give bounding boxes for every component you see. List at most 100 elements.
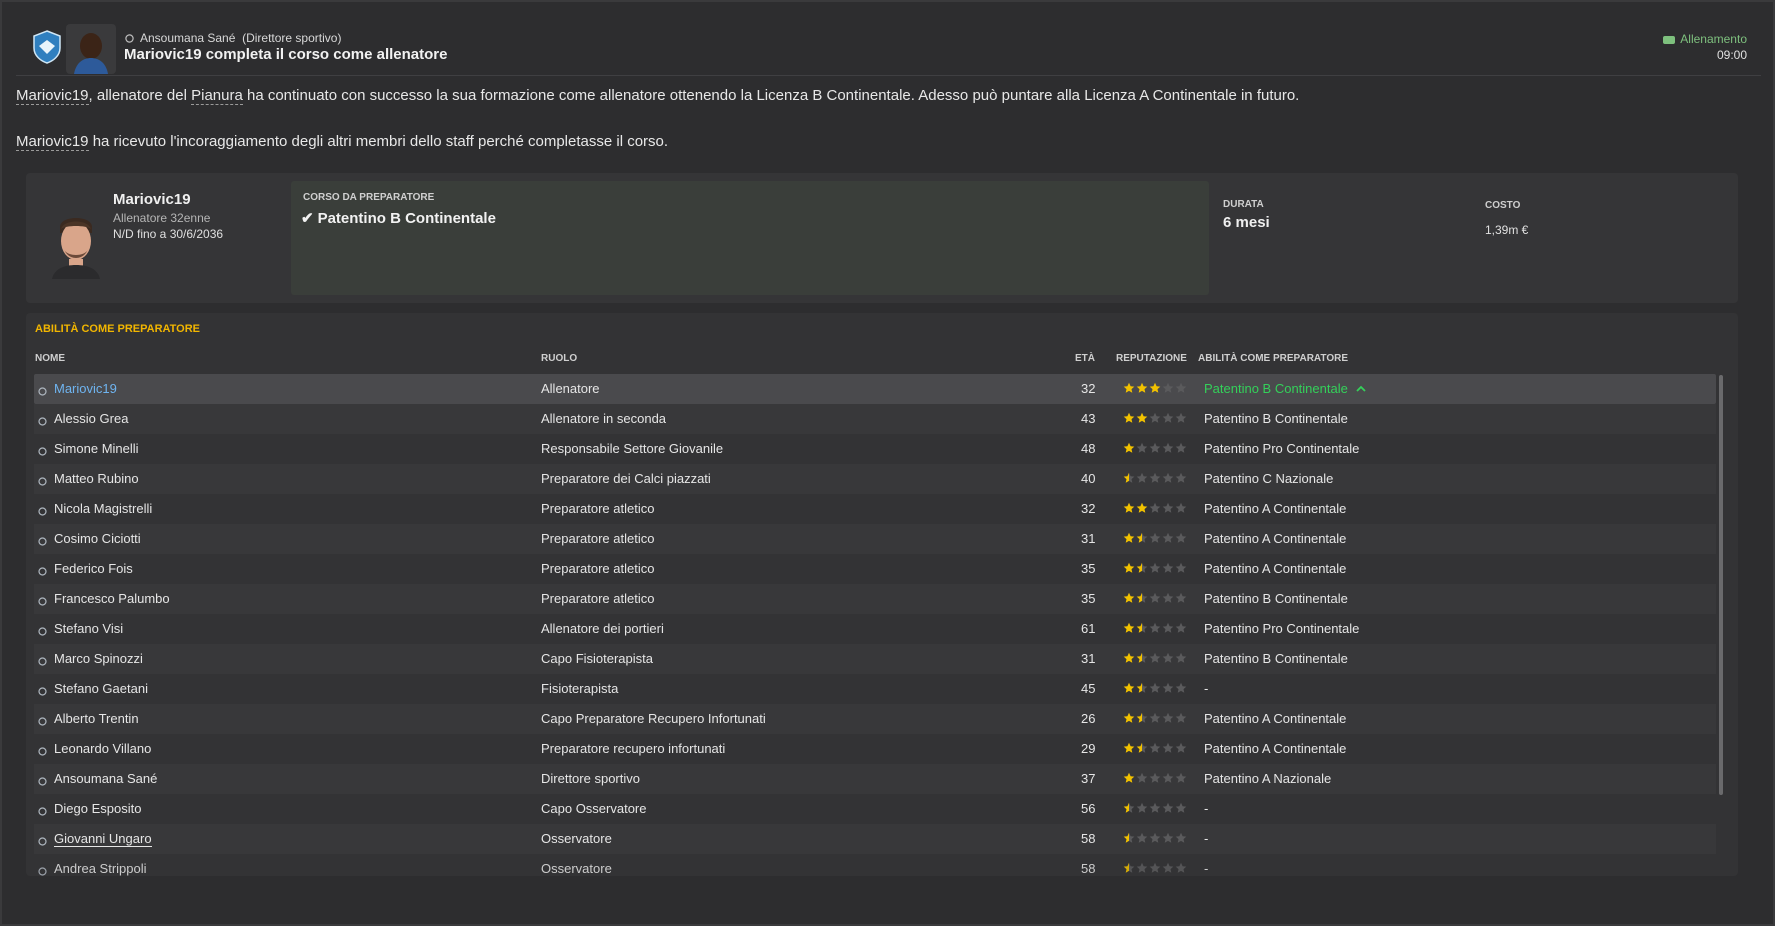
column-header-name[interactable]: NOME [35,353,65,364]
sender-role: (Direttore sportivo) [242,31,342,45]
course-name: ✔ Patentino B Continentale [301,209,496,227]
table-row[interactable]: Ansoumana Sané Direttore sportivo 37 Patent… [34,764,1716,794]
staff-ability: Patentino A Continentale [1204,741,1346,756]
course-box: CORSO DA PREPARATORE ✔ Patentino B Contin… [291,181,1209,295]
staff-ability-text: Patentino A Continentale [1204,561,1347,576]
column-header-age[interactable]: ETÀ [1075,353,1095,364]
table-row[interactable]: Leonardo Villano Preparatore recupero inf… [34,734,1716,764]
table-row[interactable]: Nicola Magistrelli Preparatore atletico 32… [34,494,1716,524]
reputation-stars [1123,562,1188,577]
table-row[interactable]: Simone Minelli Responsabile Settore Giova… [34,434,1716,464]
staff-name[interactable]: Francesco Palumbo [54,591,170,606]
table-row[interactable]: Federico Fois Preparatore atletico 35 Paten… [34,554,1716,584]
staff-role: Responsabile Settore Giovanile [541,441,724,456]
staff-name[interactable]: Leonardo Villano [54,741,151,756]
staff-age: 31 [1081,651,1096,666]
reputation-stars [1123,412,1188,427]
body-text: ha continuato con successo la sua formaz… [242,87,1300,104]
table-row[interactable]: Alberto Trentin Capo Preparatore Recupero… [34,704,1716,734]
staff-ability-text: Patentino Pro Continentale [1204,441,1360,456]
table-row[interactable]: Marco Spinozzi Capo Fisioterapista 31 Paten… [34,644,1716,674]
person-icon [38,864,47,876]
column-header-role[interactable]: RUOLO [541,353,577,364]
reputation-stars [1123,592,1188,607]
staff-name-link[interactable]: Giovanni Ungaro [54,831,152,847]
staff-name[interactable]: Alberto Trentin [54,711,139,726]
staff-role: Preparatore atletico [541,501,655,516]
staff-role: Capo Preparatore Recupero Infortunati [541,711,766,726]
message-title: Mariovic19 completa il corso come allena… [124,46,448,63]
sender-name[interactable]: Ansoumana Sané [140,31,235,45]
staff-age: 37 [1081,771,1096,786]
staff-role: Fisioterapista [541,681,619,696]
staff-role: Allenatore [541,381,600,396]
staff-name[interactable]: Diego Esposito [54,801,141,816]
staff-name[interactable]: Stefano Visi [54,621,123,636]
staff-name[interactable]: Nicola Magistrelli [54,501,152,516]
person-icon [38,414,47,429]
staff-name[interactable]: Simone Minelli [54,441,139,456]
person-icon [38,804,47,819]
coach-link[interactable]: Mariovic19 [16,133,89,151]
staff-name[interactable]: Mariovic19 [54,381,117,396]
person-icon [38,774,47,789]
table-row[interactable]: Giovanni Ungaro Osservatore 58 - [34,824,1716,854]
staff-ability: - [1204,861,1208,876]
table-row[interactable]: Alessio Grea Allenatore in seconda 43 Paten… [34,404,1716,434]
staff-ability: Patentino B Continentale [1204,651,1348,666]
staff-name[interactable]: Matteo Rubino [54,471,139,486]
staff-name[interactable]: Marco Spinozzi [54,651,143,666]
coach-link[interactable]: Mariovic19 [16,87,89,105]
body-text: , allenatore del [88,87,192,104]
staff-ability-text: Patentino A Continentale [1204,531,1347,546]
person-icon [38,444,47,459]
table-row[interactable]: Diego Esposito Capo Osservatore 56 - [34,794,1716,824]
staff-role: Allenatore in seconda [541,411,667,426]
staff-ability-panel: ABILITÀ COME PREPARATORE NOME RUOLO ETÀ … [26,313,1738,876]
news-window: Ansoumana Sané (Direttore sportivo) Mari… [0,0,1775,926]
sender-avatar[interactable] [66,24,116,74]
coach-portrait[interactable] [46,207,106,279]
reputation-stars [1123,862,1188,876]
staff-ability: Patentino Pro Continentale [1204,441,1359,456]
person-icon [38,834,47,849]
staff-age: 29 [1081,741,1096,756]
staff-name[interactable]: Stefano Gaetani [54,681,148,696]
cost-label: COSTO [1485,200,1521,211]
table-row[interactable]: Cosimo Ciciotti Preparatore atletico 31 Pat… [34,524,1716,554]
person-icon [38,474,47,489]
column-header-ability[interactable]: ABILITÀ COME PREPARATORE [1198,353,1348,364]
staff-name[interactable]: Giovanni Ungaro [54,831,152,847]
course-summary-card: Mariovic19 Allenatore 32enne N/D fino a … [26,173,1738,303]
table-row[interactable]: Mariovic19 Allenatore 32 Patentino B Contin… [34,374,1716,404]
staff-name[interactable]: Ansoumana Sané [54,771,157,786]
table-row[interactable]: Andrea Strippoli Osservatore 58 - [34,854,1716,876]
course-name-text: Patentino B Continentale [317,210,496,227]
staff-name[interactable]: Alessio Grea [54,411,128,426]
staff-role: Preparatore atletico [541,561,655,576]
table-row[interactable]: Matteo Rubino Preparatore dei Calci piazz… [34,464,1716,494]
staff-age: 32 [1081,381,1096,396]
staff-role: Osservatore [541,831,612,846]
staff-name[interactable]: Cosimo Ciciotti [54,531,141,546]
table-row[interactable]: Stefano Gaetani Fisioterapista 45 - [34,674,1716,704]
reputation-stars [1123,472,1188,487]
table-row[interactable]: Francesco Palumbo Preparatore atletico 35 P… [34,584,1716,614]
staff-age: 40 [1081,471,1096,486]
category-label: Allenamento [1680,32,1747,46]
staff-name[interactable]: Andrea Strippoli [54,861,147,876]
body-paragraph-2: Mariovic19 ha ricevuto l'incoraggiamento… [16,133,669,151]
table-row[interactable]: Stefano Visi Allenatore dei portieri 61 Pat… [34,614,1716,644]
body-text: ha ricevuto l'incoraggiamento degli altr… [88,133,669,150]
coach-name[interactable]: Mariovic19 [113,191,191,208]
staff-ability: Patentino Pro Continentale [1204,621,1359,636]
staff-name[interactable]: Federico Fois [54,561,133,576]
staff-ability: Patentino B Continentale [1204,591,1348,606]
reputation-stars [1123,622,1188,637]
club-link[interactable]: Pianura [191,87,243,105]
person-icon [38,714,47,729]
scrollbar[interactable] [1719,375,1723,795]
column-header-reputation[interactable]: REPUTAZIONE [1116,353,1187,364]
body-paragraph-1: Mariovic19, allenatore del Pianura ha co… [16,87,1300,105]
staff-ability: Patentino A Continentale [1204,501,1346,516]
